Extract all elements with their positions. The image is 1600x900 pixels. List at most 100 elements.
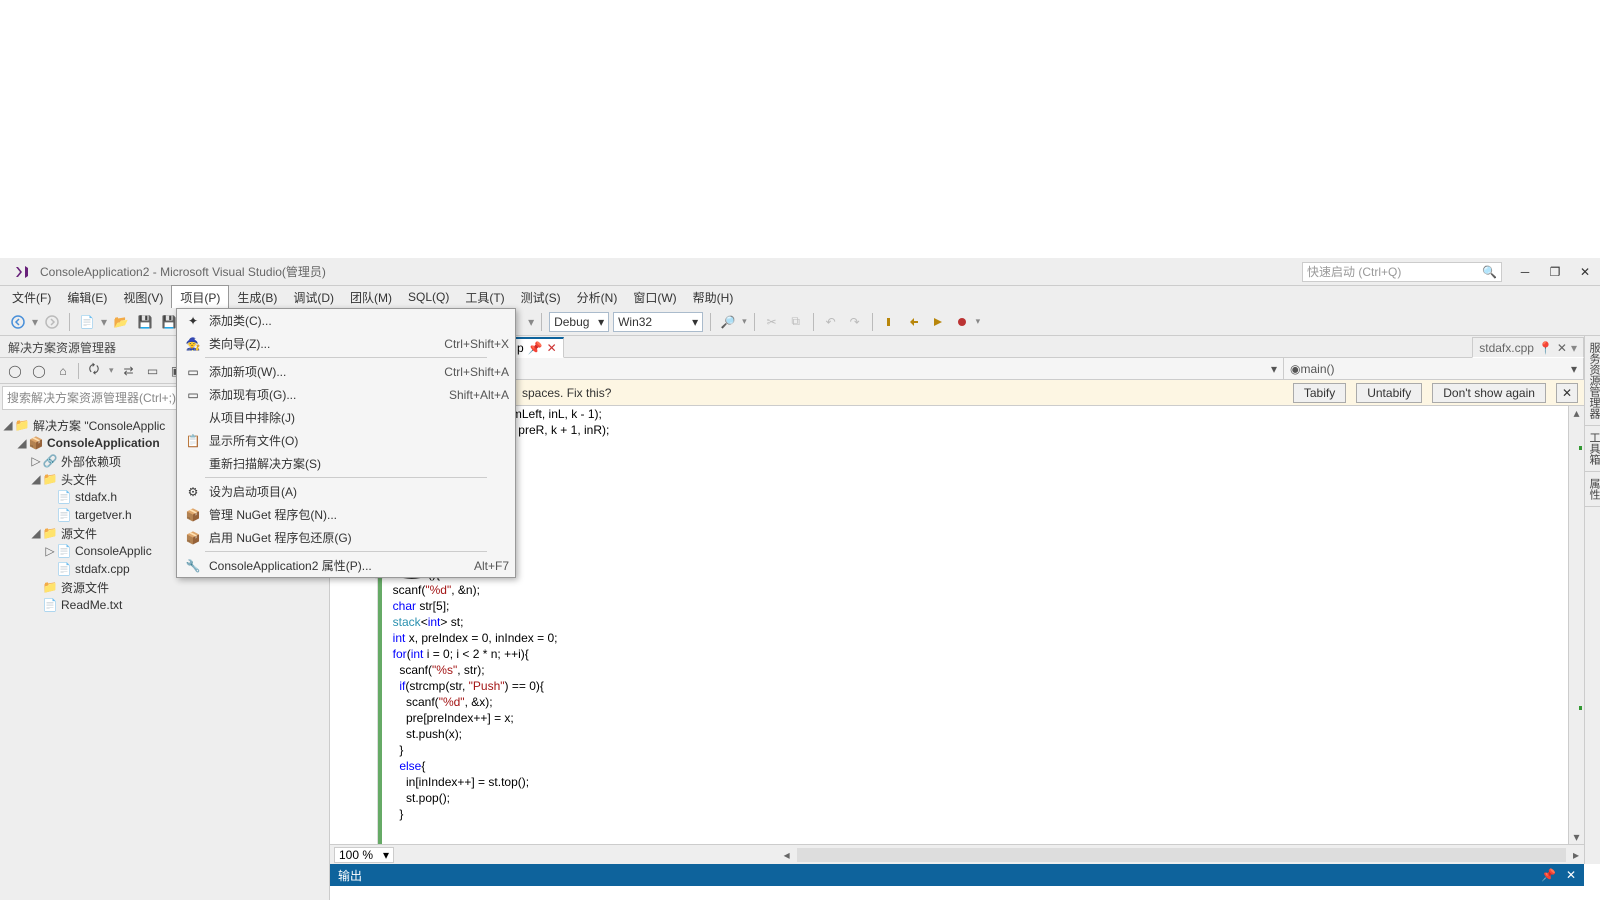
pin-icon[interactable]: 📍 [1538,341,1553,355]
editor-tab-active[interactable]: p📌✕ [510,337,564,358]
close-icon[interactable]: ✕ [547,341,557,355]
menu-item[interactable]: 从项目中排除(J) [177,406,515,429]
platform-combo[interactable]: Win32▾ [613,312,703,332]
menu-工具(T)[interactable]: 工具(T) [457,286,512,309]
menu-separator [205,551,487,552]
open-icon[interactable]: 📂 [111,312,131,332]
undo-icon[interactable]: ↶ [821,312,841,332]
pin-icon[interactable]: 📌 [528,341,543,355]
pin-icon[interactable]: 📌 [1541,868,1556,882]
close-icon[interactable]: ✕ [1557,341,1567,355]
find-icon[interactable]: 🔎 [718,312,738,332]
hfile-icon: 📄 [56,507,72,523]
editor-footer: 100 %▾ ◂ ▸ [330,844,1584,864]
se-collapse-icon[interactable]: ▭ [144,362,162,380]
menu-分析(N)[interactable]: 分析(N) [569,286,626,309]
menu-item[interactable]: ▭添加现有项(G)...Shift+Alt+A [177,383,515,406]
menu-项目(P)[interactable]: 项目(P) [171,285,229,309]
dont-show-button[interactable]: Don't show again [1432,383,1546,403]
hscroll-right-icon[interactable]: ▸ [1568,848,1584,862]
show-all-icon: 📋 [183,434,203,448]
nav-back-icon[interactable] [8,312,28,332]
menu-item[interactable]: ✦添加类(C)... [177,309,515,332]
gear-icon: ⚙ [183,485,203,499]
step-out-icon[interactable] [928,312,948,332]
menu-item[interactable]: 📦启用 NuGet 程序包还原(G) [177,526,515,549]
menu-item[interactable]: 🔧ConsoleApplication2 属性(P)...Alt+F7 [177,554,515,577]
right-tab-server[interactable]: 服务资源管理器 [1585,336,1600,426]
menu-item[interactable]: 📋显示所有文件(O) [177,429,515,452]
editor-tab-inactive[interactable]: stdafx.cpp📍✕▾ [1472,337,1584,358]
right-tab-props[interactable]: 属性 [1585,472,1600,507]
redo-icon[interactable]: ↷ [845,312,865,332]
menu-item[interactable]: 🧙类向导(Z)...Ctrl+Shift+X [177,332,515,355]
refs-icon: 🔗 [42,453,58,469]
restore-button[interactable]: ❐ [1540,262,1570,282]
member-combo[interactable]: ◉ main()▾ [1284,358,1584,379]
save-icon[interactable]: 💾 [135,312,155,332]
nav-fwd-icon[interactable] [42,312,62,332]
menu-item[interactable]: ▭添加新项(W)...Ctrl+Shift+A [177,360,515,383]
menu-separator [205,357,487,358]
tree-resources[interactable]: 📁资源文件 [2,578,327,596]
existing-item-icon: ▭ [183,388,203,402]
vertical-scrollbar[interactable]: ▴ ▾ [1568,406,1584,844]
close-icon[interactable]: ✕ [1566,868,1576,882]
config-combo[interactable]: Debug▾ [549,312,609,332]
se-fwd-icon[interactable]: ◯ [30,362,48,380]
copy-icon[interactable]: ⧉ [786,312,806,332]
menu-SQL(Q)[interactable]: SQL(Q) [400,287,457,307]
se-home-icon[interactable]: ⌂ [54,362,72,380]
new-project-icon[interactable]: 📄 [77,312,97,332]
nuget-icon: 📦 [183,508,203,522]
editor-tabs: p📌✕ stdafx.cpp📍✕▾ [330,336,1584,358]
cut-icon[interactable]: ✂ [762,312,782,332]
class-icon: ✦ [183,314,203,328]
cppfile-icon: 📄 [56,543,72,559]
menu-视图(V)[interactable]: 视图(V) [115,286,171,309]
menu-帮助(H)[interactable]: 帮助(H) [685,286,742,309]
window-title: ConsoleApplication2 - Microsoft Visual S… [40,263,326,280]
menu-窗口(W)[interactable]: 窗口(W) [625,286,684,309]
folder-icon: 📁 [42,471,58,487]
close-button[interactable]: ✕ [1570,262,1600,282]
output-panel-header[interactable]: 输出 📌 ✕ [330,864,1584,886]
menu-bar: 文件(F)编辑(E)视图(V)项目(P)生成(B)调试(D)团队(M)SQL(Q… [0,286,1600,308]
menu-item[interactable]: 📦管理 NuGet 程序包(N)... [177,503,515,526]
wizard-icon: 🧙 [183,337,203,351]
quick-launch-input[interactable]: 快速启动 (Ctrl+Q) 🔍 [1302,262,1502,282]
title-bar: ConsoleApplication2 - Microsoft Visual S… [0,258,1600,286]
step-over-icon[interactable] [904,312,924,332]
menu-文件(F)[interactable]: 文件(F) [4,286,59,309]
hscroll-left-icon[interactable]: ◂ [779,848,795,862]
zoom-combo[interactable]: 100 %▾ [334,847,394,863]
code-editor[interactable]: reat(preL + 1, preL + numLeft, inL, k - … [330,406,1584,844]
tabify-button[interactable]: Tabify [1293,383,1346,403]
nuget-restore-icon: 📦 [183,531,203,545]
step-into-icon[interactable] [880,312,900,332]
se-refresh-icon[interactable]: 🗘 [85,362,103,380]
menu-编辑(E)[interactable]: 编辑(E) [59,286,115,309]
horizontal-scrollbar[interactable] [797,848,1566,862]
info-message: spaces. Fix this? [522,386,611,400]
menu-item[interactable]: 重新扫描解决方案(S) [177,452,515,475]
tree-readme[interactable]: 📄ReadMe.txt [2,596,327,614]
se-sync-icon[interactable]: ⇄ [120,362,138,380]
menu-团队(M)[interactable]: 团队(M) [342,286,400,309]
wrench-icon: 🔧 [183,559,203,573]
menu-生成(B)[interactable]: 生成(B) [229,286,285,309]
menu-测试(S)[interactable]: 测试(S) [513,286,569,309]
breakpoint-icon[interactable] [952,312,972,332]
new-item-icon: ▭ [183,365,203,379]
close-infobar-icon[interactable]: ✕ [1556,383,1578,403]
untabify-button[interactable]: Untabify [1356,383,1422,403]
solution-icon: 📁 [14,417,30,433]
code-content[interactable]: reat(preL + 1, preL + numLeft, inL, k - … [386,406,1584,844]
se-back-icon[interactable]: ◯ [6,362,24,380]
menu-item[interactable]: ⚙设为启动项目(A) [177,480,515,503]
menu-调试(D)[interactable]: 调试(D) [285,286,342,309]
right-tab-toolbox[interactable]: 工具箱 [1585,426,1600,472]
minimize-button[interactable]: ─ [1510,262,1540,282]
menu-separator [205,477,487,478]
hfile-icon: 📄 [56,489,72,505]
